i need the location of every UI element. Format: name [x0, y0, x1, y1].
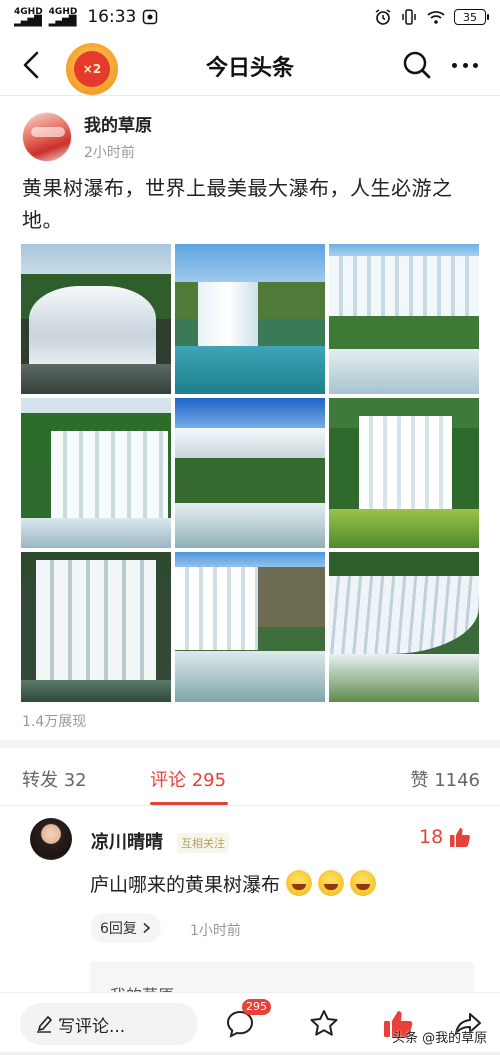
waterfall-image-5[interactable]	[175, 398, 325, 548]
post-time: 2小时前	[84, 144, 135, 161]
back-button[interactable]	[16, 48, 46, 82]
author-avatar[interactable]	[22, 112, 72, 162]
reply-count: 6回复	[100, 921, 137, 937]
comment-body: 庐山哪来的黄果树瀑布	[90, 874, 281, 896]
more-icon	[473, 62, 478, 68]
chevron-right-icon	[143, 922, 151, 934]
status-right: 35	[374, 8, 489, 26]
status-left: 4GHD ▂▄▆█ 4GHD ▂▄▆█ 16:33	[14, 7, 158, 27]
view-replies-button[interactable]: 6回复	[90, 913, 161, 943]
waterfall-image-6[interactable]	[329, 398, 479, 548]
post-author[interactable]: 我的草原 2小时前	[22, 112, 152, 162]
laugh-cry-emoji-icon	[318, 870, 345, 896]
comment-count-badge: 295	[242, 999, 271, 1015]
more-icon	[452, 62, 457, 68]
tab-like[interactable]: 赞 1146	[410, 766, 480, 792]
view-count: 1.4万展现	[22, 714, 87, 730]
write-comment-placeholder: 写评论...	[58, 1016, 126, 1037]
comment-like-button[interactable]: 18	[419, 826, 471, 848]
thumbs-up-icon	[450, 828, 471, 847]
source-watermark: 头条 @我的草原	[392, 1031, 488, 1046]
tab-forward[interactable]: 转发 32	[22, 766, 87, 792]
commenter-name[interactable]: 凉川晴晴	[91, 828, 163, 854]
image-grid	[21, 244, 480, 703]
signal-icon: ▂▄▆█	[48, 16, 77, 27]
more-button[interactable]	[448, 50, 482, 80]
mutual-follow-badge: 互相关注	[177, 833, 229, 853]
signal-icon: ▂▄▆█	[14, 16, 42, 27]
search-icon	[403, 51, 431, 79]
screen-record-icon	[143, 9, 158, 25]
waterfall-image-2[interactable]	[175, 244, 325, 394]
commenter-avatar[interactable]	[30, 818, 72, 860]
comment-like-count: 18	[419, 826, 444, 848]
section-separator	[0, 740, 500, 748]
tab-comment[interactable]: 评论 295	[150, 766, 226, 792]
waterfall-image-7[interactable]	[21, 552, 171, 702]
network-indicator-1: 4GHD ▂▄▆█	[14, 7, 43, 27]
tabs-divider	[0, 805, 500, 806]
waterfall-image-8[interactable]	[175, 552, 325, 702]
gold-coin-badge[interactable]: ×2	[66, 43, 118, 95]
author-meta: 我的草原 2小时前	[84, 113, 152, 162]
interaction-tabs: 转发 32 评论 295 赞 1146	[0, 748, 500, 806]
author-name[interactable]: 我的草原	[84, 111, 152, 136]
wifi-icon	[427, 11, 445, 24]
search-button[interactable]	[402, 50, 432, 80]
coin-multiplier-label: ×2	[74, 51, 110, 87]
network-indicator-2: 4GHD ▂▄▆█	[48, 7, 78, 27]
post-text: 黄果树瀑布，世界上最美最大瀑布，人生必游之地。	[22, 176, 453, 232]
nav-bar: ×2 今日头条	[0, 34, 500, 96]
waterfall-image-1[interactable]	[21, 244, 171, 394]
battery-indicator: 35	[454, 9, 489, 25]
laugh-cry-emoji-icon	[286, 870, 313, 896]
alarm-icon	[375, 9, 391, 25]
status-bar: 4GHD ▂▄▆█ 4GHD ▂▄▆█ 16:33 35	[0, 0, 500, 34]
write-comment-button[interactable]: 写评论...	[20, 1003, 198, 1045]
more-icon	[462, 62, 468, 68]
waterfall-image-9[interactable]	[329, 552, 479, 702]
laugh-cry-emoji-icon	[350, 870, 377, 896]
comment-text: 庐山哪来的黄果树瀑布	[90, 870, 377, 897]
comment-time: 1小时前	[190, 923, 241, 939]
waterfall-image-4[interactable]	[21, 398, 171, 548]
nav-divider	[0, 95, 500, 96]
pen-icon	[37, 1015, 52, 1033]
waterfall-image-3[interactable]	[329, 244, 479, 394]
vibrate-icon	[402, 9, 416, 25]
back-arrow-icon	[23, 51, 39, 79]
status-time: 16:33	[87, 7, 137, 27]
star-icon[interactable]	[308, 1008, 340, 1040]
